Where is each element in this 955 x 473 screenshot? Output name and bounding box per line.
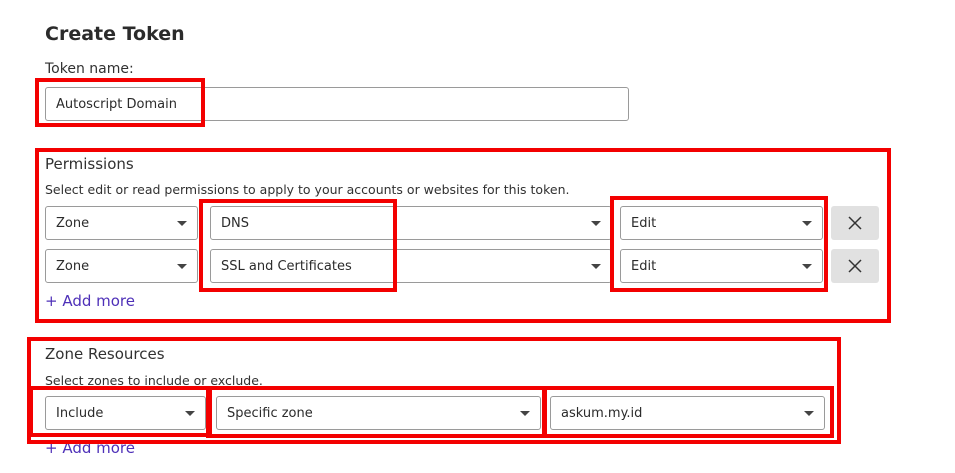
page-title: Create Token — [45, 23, 185, 45]
highlight-zone-select — [543, 386, 834, 438]
highlight-token-name — [35, 78, 205, 127]
highlight-zone-type — [206, 386, 546, 438]
highlight-permission-resources — [199, 199, 397, 292]
highlight-permission-access — [610, 196, 828, 292]
highlight-zone-include — [29, 386, 212, 437]
token-name-label: Token name: — [45, 61, 134, 77]
